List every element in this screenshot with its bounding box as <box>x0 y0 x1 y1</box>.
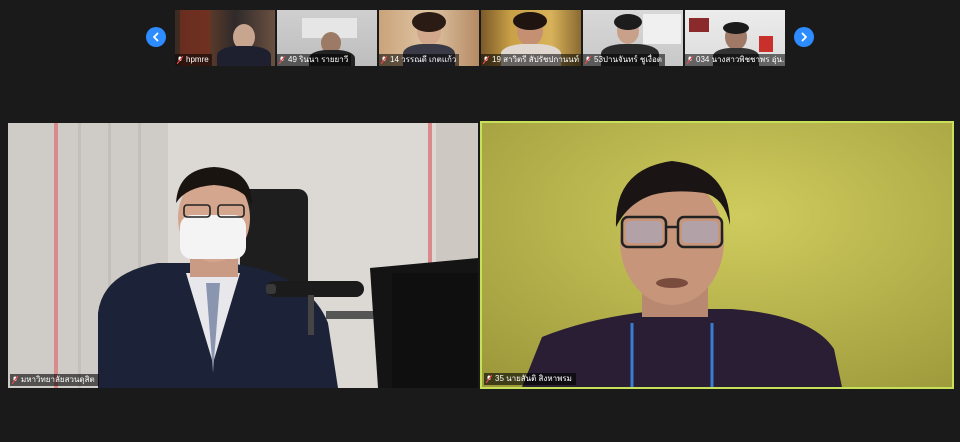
mic-muted-icon <box>279 56 285 64</box>
participant-name-bar: 034 นางสาวพิชชาพร อุ่น... <box>685 54 785 66</box>
mic-muted-icon <box>687 56 693 64</box>
prev-page-button[interactable] <box>146 27 166 47</box>
participant-thumbnail[interactable]: 49 รินนา รายยาวี <box>277 10 377 66</box>
video-feed <box>482 123 952 387</box>
participant-name-bar: 14 วรรณดี เกตแก้ว <box>379 54 460 66</box>
participant-name-bar: 19 สาวิตรี สัปรัชปกานนท์ <box>481 54 581 66</box>
mic-muted-icon <box>177 56 183 64</box>
participant-thumbnail[interactable]: hpmre <box>175 10 275 66</box>
mic-muted-icon <box>486 375 492 383</box>
participant-name: 14 วรรณดี เกตแก้ว <box>390 55 457 64</box>
mic-muted-icon <box>381 56 387 64</box>
video-tile[interactable]: มหาวิทยาลัยสวนดุสิต <box>8 123 478 388</box>
participant-name: 034 นางสาวพิชชาพร อุ่น... <box>696 55 785 64</box>
participant-name: 19 สาวิตรี สัปรัชปกานนท์ <box>492 55 580 64</box>
participant-name-bar: 53ปานจันทร์ ชูเงื่อต <box>583 54 665 66</box>
participant-name-bar: 35 นายสันติ สิงหาพรม <box>484 373 576 385</box>
participant-thumbnail[interactable]: 53ปานจันทร์ ชูเงื่อต <box>583 10 683 66</box>
participant-name: 53ปานจันทร์ ชูเงื่อต <box>594 55 662 64</box>
chevron-right-icon <box>801 32 807 42</box>
participant-thumbnail[interactable]: 14 วรรณดี เกตแก้ว <box>379 10 479 66</box>
participant-name-bar: 49 รินนา รายยาวี <box>277 54 352 66</box>
mic-muted-icon <box>585 56 591 64</box>
chevron-left-icon <box>153 32 159 42</box>
participant-name: 49 รินนา รายยาวี <box>288 55 349 64</box>
mic-muted-icon <box>483 56 489 64</box>
next-page-button[interactable] <box>794 27 814 47</box>
participant-name: hpmre <box>186 55 209 64</box>
participant-name-bar: มหาวิทยาลัยสวนดุสิต <box>10 374 99 386</box>
participant-name: 35 นายสันติ สิงหาพรม <box>495 374 572 383</box>
active-speaker-tile[interactable]: 35 นายสันติ สิงหาพรม <box>480 121 954 389</box>
participant-name-bar: hpmre <box>175 54 212 66</box>
mic-muted-icon <box>12 376 18 384</box>
participant-thumbnail-strip: hpmre 49 รินนา รายยาวี 14 วรรณดี เกตแก้ว <box>175 10 787 66</box>
participant-name: มหาวิทยาลัยสวนดุสิต <box>21 375 95 384</box>
meeting-window: hpmre 49 รินนา รายยาวี 14 วรรณดี เกตแก้ว <box>0 0 960 442</box>
participant-thumbnail[interactable]: 034 นางสาวพิชชาพร อุ่น... <box>685 10 785 66</box>
video-feed <box>8 123 478 388</box>
participant-thumbnail[interactable]: 19 สาวิตรี สัปรัชปกานนท์ <box>481 10 581 66</box>
